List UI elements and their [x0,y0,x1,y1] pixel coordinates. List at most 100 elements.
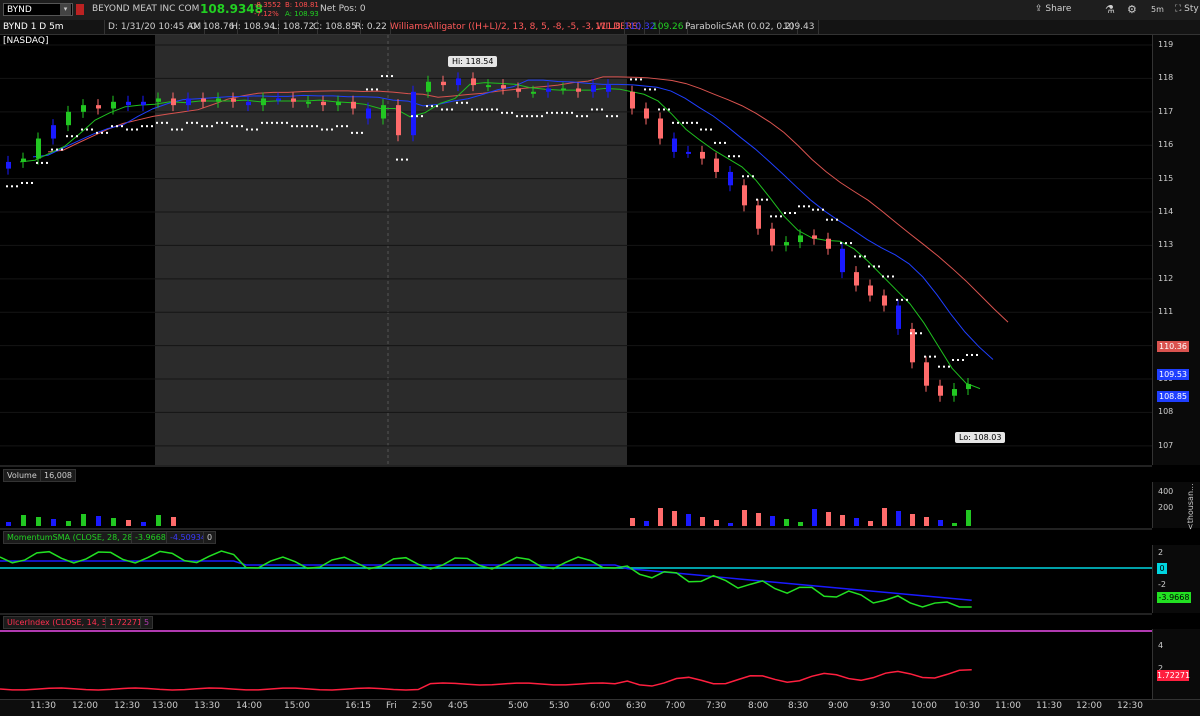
candle-body [51,125,56,139]
style-button[interactable]: ⛶ Sty [1175,4,1199,14]
sar-dot [36,161,38,164]
panel-separator[interactable] [0,528,1152,530]
sar-dot [836,218,838,221]
sar-dot [116,125,118,128]
sar-dot [11,185,13,188]
candle-body [770,228,775,246]
sar-dot [611,115,613,118]
sar-dot [812,208,814,211]
sar-dot [924,355,926,358]
time-tick: 8:00 [748,701,769,711]
time-tick: 6:00 [590,701,611,711]
sar-dot [246,128,248,131]
sar-dot [396,158,398,161]
timeframe-button[interactable]: 5m [1151,5,1164,14]
volume-bar [81,514,86,526]
study-info-bar: BYND 1 D 5m [NASDAQ] D: 1/31/20 10:45 AM… [0,20,1200,46]
candle-body [938,385,943,396]
flask-icon[interactable]: ⚗ [1105,3,1115,16]
candle-body [156,98,161,102]
time-tick: 11:30 [1036,701,1062,711]
share-button[interactable]: ⇪ Share [1035,4,1071,14]
sar-dot [486,108,488,111]
momentum-line [0,550,972,608]
candle-body [826,238,831,249]
momentum-chart[interactable] [0,545,1152,613]
sar-dot [321,128,323,131]
bid-price: B: 108.81 [285,1,319,9]
momentum-price-tag: -3.9668 [1157,592,1191,603]
sar-dot [206,125,208,128]
sar-dot [971,353,973,356]
sar-dot [728,155,730,158]
volume-bar [756,513,761,526]
sar-dot [770,215,772,218]
sar-dot [696,121,698,124]
volume-bar [770,516,775,526]
sar-dot [700,128,702,131]
volume-chart[interactable] [0,482,1152,528]
sar-dot [733,155,735,158]
price-tick: 117 [1158,106,1174,116]
volume-bar [686,514,691,526]
candle-body [686,151,691,154]
sar-dot [481,108,483,111]
volume-bar [896,511,901,526]
sar-dot [663,108,665,111]
link-icon[interactable] [76,4,84,15]
volume-value: 16,008 [40,469,76,482]
sar-dot [596,108,598,111]
sar-dot [276,121,278,124]
momentum-label[interactable]: MomentumSMA (CLOSE, 28, 28) [3,531,140,544]
ulcer-chart[interactable] [0,629,1152,699]
sar-dot [541,115,543,118]
volume-bar [826,512,831,526]
sar-dot [915,332,917,335]
sar-dot [261,121,263,124]
ulcer-line [0,668,972,691]
sar-dot [551,111,553,114]
sar-dot [822,208,824,211]
time-tick: 7:30 [706,701,727,711]
candle-body [486,85,491,88]
sar-dot [421,115,423,118]
ulcer-tick: 4 [1158,641,1164,650]
share-label: Share [1045,4,1072,14]
candle-body [606,85,611,92]
sar-dot [920,332,922,335]
sar-dot [882,275,884,278]
volume-bar [924,517,929,526]
ulcer-label[interactable]: UlcerIndex (CLOSE, 14, 5) [3,616,115,629]
sar-dot [6,185,8,188]
candle-body [21,158,26,162]
panel-separator[interactable] [0,465,1152,467]
candle-body [658,118,663,139]
sar-dot [196,121,198,124]
symbol-dropdown-icon[interactable]: ▾ [60,4,71,15]
sar-dot [296,125,298,128]
sar-dot [738,155,740,158]
sar-dot [56,148,58,151]
sar-dot [581,115,583,118]
sar-dot [506,111,508,114]
volume-label[interactable]: Volume [3,469,41,482]
sar-dot [901,298,903,301]
volume-bar [126,520,131,526]
sar-dot [121,125,123,128]
candle-body [854,272,859,286]
volume-bar [658,508,663,526]
sar-dot [41,161,43,164]
sar-dot [516,115,518,118]
top-toolbar: BYND ▾ BEYOND MEAT INC COM 108.9348 -8.3… [0,0,1200,21]
time-tick: 13:30 [194,701,220,711]
candle-body [351,101,356,109]
gear-icon[interactable]: ⚙ [1127,3,1137,16]
price-chart[interactable] [0,35,1152,465]
momentum-tick: 2 [1158,548,1164,557]
sar-dot [266,121,268,124]
sar-dot [181,128,183,131]
volume-bar [66,521,71,526]
time-tick: 11:00 [995,701,1021,711]
panel-separator[interactable] [0,613,1152,615]
volume-bar [171,517,176,526]
